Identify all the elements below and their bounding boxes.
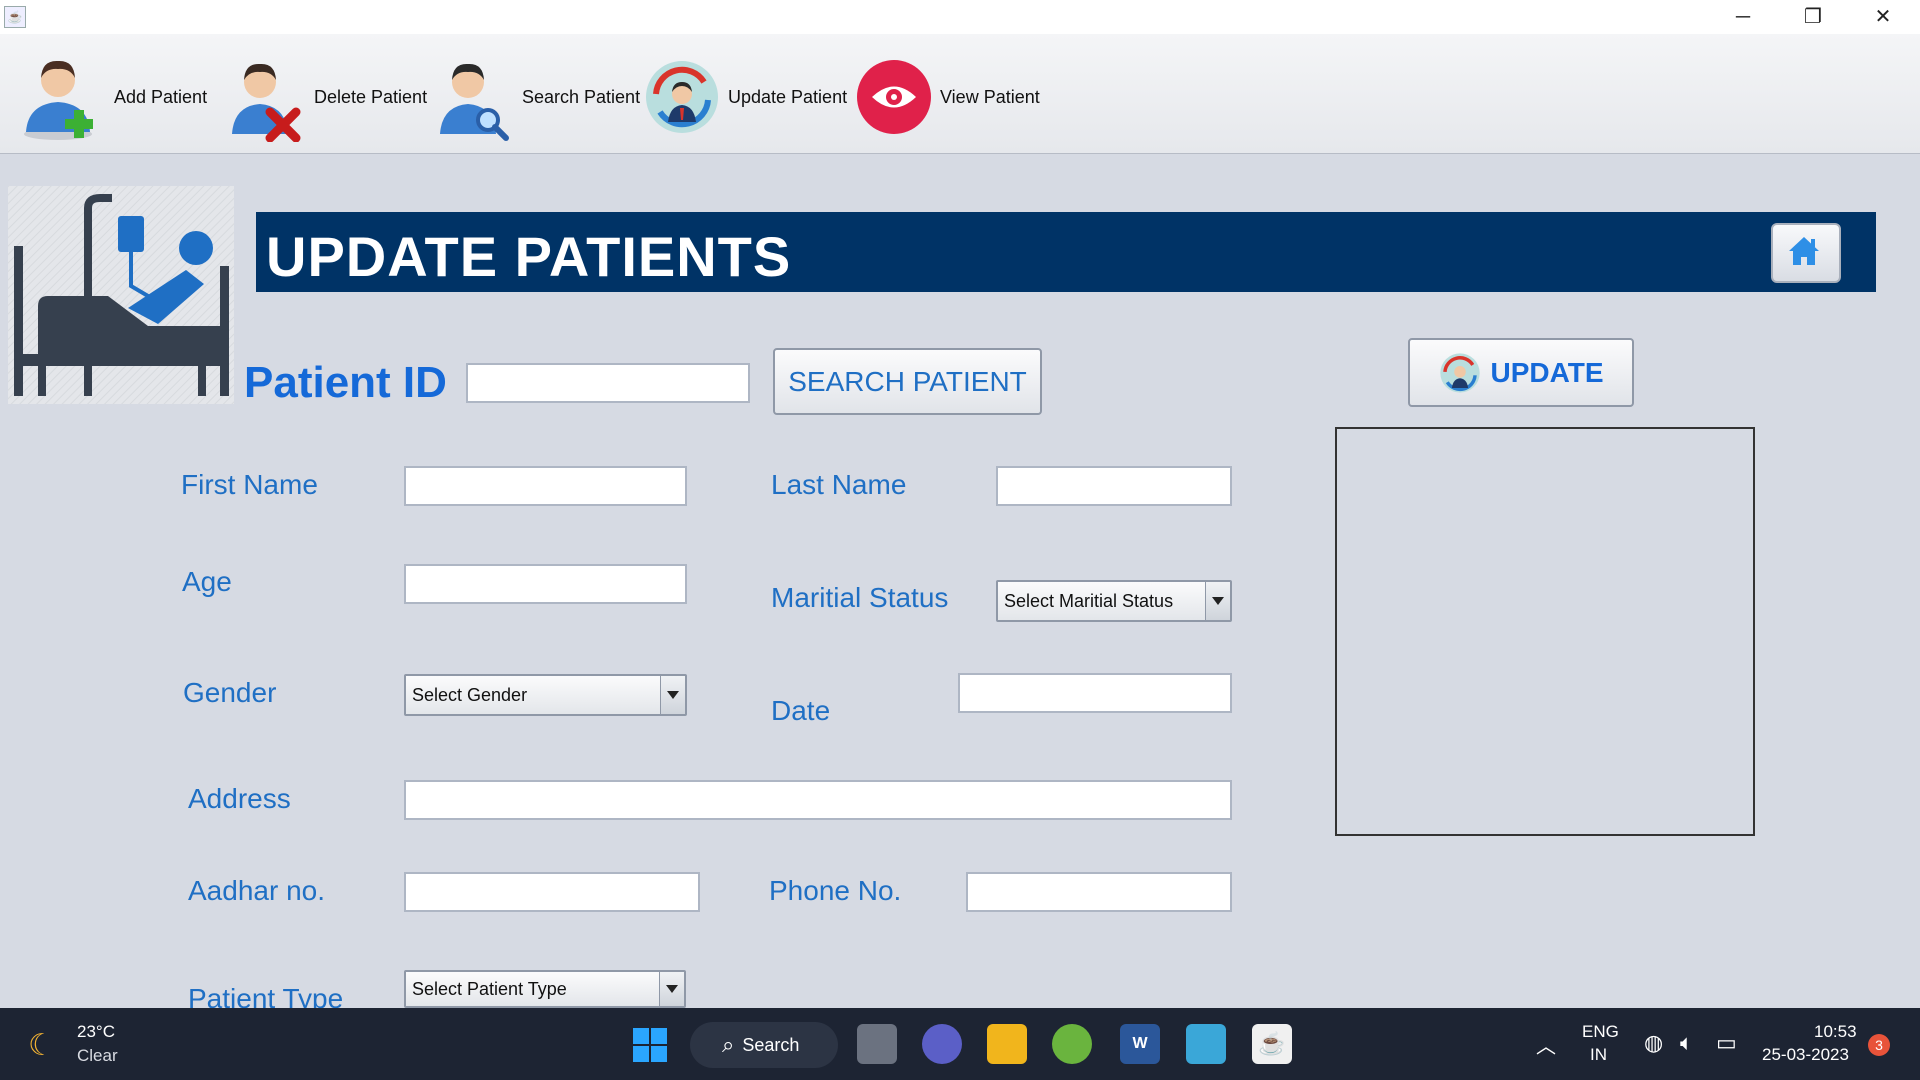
date-input[interactable] [958,673,1232,713]
minimize-button[interactable]: ─ [1708,0,1778,34]
java-app-icon: ☕ [4,6,26,28]
chevron-down-icon [660,676,685,714]
eye-icon [856,52,932,142]
marital-status-label: Maritial Status [771,582,949,613]
update-button-label: UPDATE [1490,356,1604,388]
volume-icon[interactable]: 🔈︎ [1680,1030,1693,1056]
chevron-down-icon [1205,582,1230,620]
update-patient-label: Update Patient [728,86,848,107]
view-patient-button[interactable]: View Patient [856,52,1040,142]
address-label: Address [188,783,291,814]
restore-button[interactable]: ❐ [1778,0,1848,34]
start-button[interactable] [632,1027,668,1063]
first-name-input[interactable] [404,466,687,506]
address-input[interactable] [404,780,1232,820]
taskbar-search-label: Search [742,1034,800,1055]
search-patient-label: Search Patient [522,86,641,107]
toolbar: Add Patient Delete Patient Search Patien… [0,34,1920,154]
patient-id-label: Patient ID [244,358,447,407]
window-title-bar: ☕ ─ ❐ ✕ [0,0,1920,34]
java-icon[interactable]: ☕ [1252,1024,1292,1064]
patient-type-selected: Select Patient Type [412,978,567,999]
search-patient-action-label: SEARCH PATIENT [788,365,1027,397]
close-button[interactable]: ✕ [1848,0,1918,34]
file-explorer-icon[interactable] [987,1024,1027,1064]
weather-desc[interactable]: Clear [77,1046,118,1066]
delete-patient-label: Delete Patient [314,86,428,107]
last-name-input[interactable] [996,466,1232,506]
clock-time[interactable]: 10:53 [1814,1022,1857,1042]
home-button[interactable] [1771,223,1841,283]
teams-chat-icon[interactable] [922,1024,962,1064]
gender-selected: Select Gender [412,684,528,705]
update-user-icon [644,52,720,142]
update-user-icon [1440,352,1481,393]
netbeans-icon[interactable] [1186,1024,1226,1064]
marital-status-selected: Select Maritial Status [1004,590,1174,611]
delete-user-icon [226,52,306,143]
weather-temp[interactable]: 23°C [77,1022,115,1042]
taskbar: ☾ 23°C Clear ⌕ Search W ☕ ︿ ENG IN ◍ 🔈︎ … [0,1008,1920,1080]
add-patient-button[interactable]: Add Patient [16,52,207,142]
add-user-icon [16,52,106,142]
search-icon: ⌕ [722,1032,735,1057]
update-patient-button[interactable]: Update Patient [644,52,847,142]
battery-icon[interactable]: ▭ [1716,1030,1737,1056]
search-patient-button[interactable]: Search Patient [434,52,640,142]
notification-badge[interactable]: 3 [1868,1034,1890,1056]
moon-weather-icon: ☾ [28,1029,55,1062]
taskbar-search-button[interactable]: ⌕ Search [690,1022,838,1068]
search-user-icon [434,52,514,142]
word-icon[interactable]: W [1120,1024,1160,1064]
spring-tool-icon[interactable] [1052,1024,1092,1064]
network-globe-icon[interactable]: ◍ [1644,1030,1663,1056]
aadhar-input[interactable] [404,872,700,912]
view-patient-label: View Patient [940,86,1040,107]
language-top[interactable]: ENG [1582,1022,1619,1042]
marital-status-select[interactable]: Select Maritial Status [996,580,1232,622]
patient-photo-box[interactable] [1335,427,1755,836]
phone-label: Phone No. [769,875,902,906]
language-bottom[interactable]: IN [1590,1045,1607,1065]
first-name-label: First Name [181,469,318,500]
delete-patient-button[interactable]: Delete Patient [226,52,428,143]
task-view-icon[interactable] [857,1024,897,1064]
search-patient-action-button[interactable]: SEARCH PATIENT [773,348,1042,415]
patient-id-input[interactable] [466,363,750,403]
age-input[interactable] [404,564,687,604]
update-button[interactable]: UPDATE [1408,338,1634,407]
phone-input[interactable] [966,872,1232,912]
chevron-up-icon[interactable]: ︿ [1536,1030,1556,1059]
last-name-label: Last Name [771,469,907,500]
patient-type-select[interactable]: Select Patient Type [404,970,686,1008]
windows-logo-icon [633,1028,667,1062]
clock-date[interactable]: 25-03-2023 [1762,1045,1849,1065]
age-label: Age [182,566,232,597]
gender-label: Gender [183,677,277,708]
date-label: Date [771,695,831,726]
aadhar-label: Aadhar no. [188,875,325,906]
chevron-down-icon [659,972,684,1006]
gender-select[interactable]: Select Gender [404,674,687,716]
hospital-bed-illustration [8,186,234,404]
add-patient-label: Add Patient [114,86,208,107]
home-icon [1789,237,1819,265]
page-title: UPDATE PATIENTS [266,225,792,288]
